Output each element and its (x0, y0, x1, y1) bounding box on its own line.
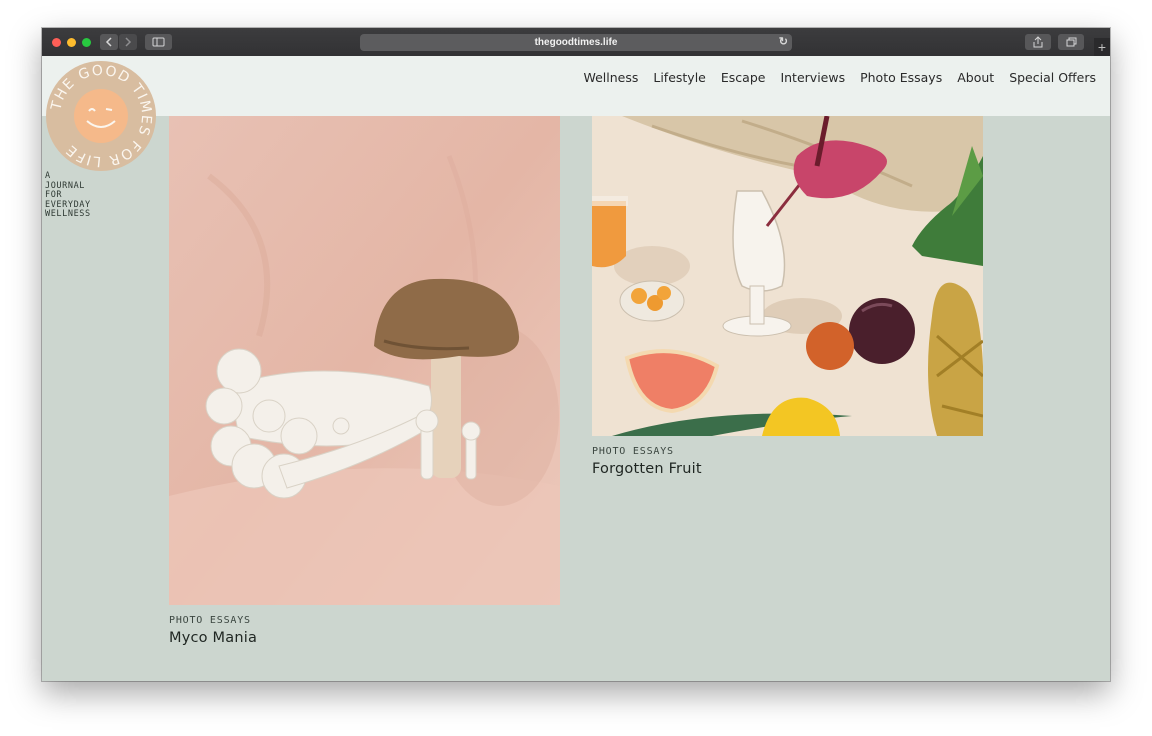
chevron-right-icon (125, 37, 132, 47)
close-window-button[interactable] (52, 38, 61, 47)
minimize-window-button[interactable] (67, 38, 76, 47)
maximize-window-button[interactable] (82, 38, 91, 47)
article-category[interactable]: PHOTO ESSAYS (592, 446, 983, 457)
nav-interviews[interactable]: Interviews (780, 70, 845, 85)
url-text: thegoodtimes.life (534, 37, 618, 48)
sidebar-button[interactable] (145, 34, 172, 50)
tabs-icon (1066, 37, 1077, 47)
new-tab-button[interactable]: + (1094, 38, 1110, 56)
tabs-button[interactable] (1058, 34, 1084, 50)
forward-button[interactable] (119, 34, 137, 50)
main-nav: Wellness Lifestyle Escape Interviews Pho… (568, 70, 1096, 85)
nav-photo-essays[interactable]: Photo Essays (860, 70, 942, 85)
nav-wellness[interactable]: Wellness (583, 70, 638, 85)
article-title[interactable]: Myco Mania (169, 630, 560, 646)
nav-about[interactable]: About (957, 70, 994, 85)
nav-escape[interactable]: Escape (721, 70, 766, 85)
tagline-line: WELLNESS (45, 209, 91, 220)
article-title[interactable]: Forgotten Fruit (592, 461, 983, 477)
site-tagline: A JOURNAL FOR EVERYDAY WELLNESS (45, 171, 125, 220)
article-category[interactable]: PHOTO ESSAYS (169, 615, 560, 626)
article-card[interactable]: PHOTO ESSAYS Myco Mania (169, 116, 560, 646)
reload-icon[interactable]: ↻ (779, 34, 788, 51)
site-header: Wellness Lifestyle Escape Interviews Pho… (42, 56, 1110, 116)
article-card[interactable]: PHOTO ESSAYS Forgotten Fruit (592, 116, 983, 477)
article-image-mushrooms[interactable] (169, 116, 560, 605)
share-icon (1033, 36, 1043, 48)
back-button[interactable] (100, 34, 118, 50)
chevron-left-icon (105, 37, 112, 47)
address-bar[interactable]: thegoodtimes.life ↻ (360, 34, 792, 51)
share-button[interactable] (1025, 34, 1051, 50)
nav-special-offers[interactable]: Special Offers (1009, 70, 1096, 85)
browser-titlebar: thegoodtimes.life ↻ + (42, 28, 1110, 57)
browser-window: thegoodtimes.life ↻ + Wellness Lifestyle… (42, 28, 1110, 681)
article-image-fruit[interactable] (592, 116, 983, 436)
nav-lifestyle[interactable]: Lifestyle (653, 70, 706, 85)
sidebar-icon (152, 37, 165, 47)
site-logo[interactable]: THE GOOD TIMES FOR LIFE (45, 60, 157, 172)
